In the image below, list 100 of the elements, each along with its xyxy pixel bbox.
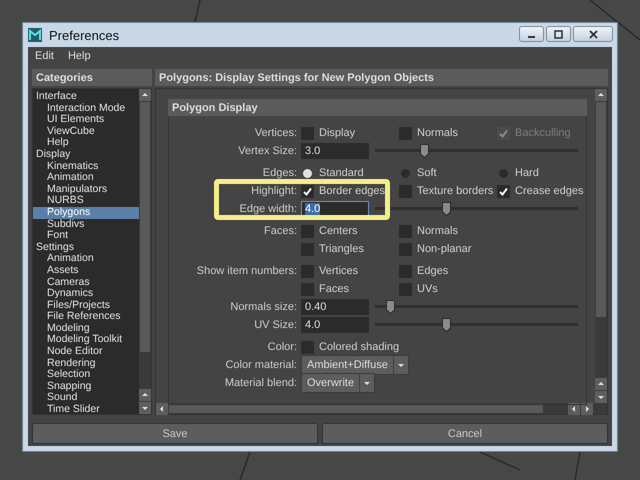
category-item[interactable]: Modeling bbox=[33, 322, 139, 334]
number-field[interactable]: 0.40 bbox=[301, 299, 369, 315]
category-item[interactable]: Manipulators bbox=[33, 184, 139, 196]
panel-header: Categories bbox=[32, 69, 152, 86]
category-item[interactable]: Rendering bbox=[33, 358, 139, 370]
category-item[interactable]: Assets bbox=[33, 264, 139, 276]
checkbox[interactable] bbox=[301, 242, 314, 256]
dropdown[interactable]: Overwrite bbox=[301, 373, 376, 393]
radio-button[interactable] bbox=[401, 168, 410, 178]
dialog-button[interactable]: Save bbox=[32, 423, 318, 444]
category-item[interactable]: Subdivs bbox=[33, 218, 139, 230]
field-label: Vertex Size: bbox=[238, 145, 297, 157]
checkbox[interactable] bbox=[301, 340, 314, 354]
checkbox-label: Normals bbox=[417, 225, 458, 237]
category-item[interactable]: Animation bbox=[33, 253, 139, 265]
category-item[interactable]: Settings bbox=[33, 242, 139, 254]
category-item[interactable]: Sound bbox=[33, 392, 139, 404]
slider-handle[interactable] bbox=[420, 144, 430, 158]
category-item[interactable]: Polygons bbox=[33, 206, 139, 219]
category-item[interactable]: Cameras bbox=[33, 276, 139, 288]
radio-label: Standard bbox=[319, 167, 364, 179]
category-item[interactable]: Font bbox=[33, 230, 139, 242]
checkbox[interactable] bbox=[399, 224, 412, 238]
checkbox-label: Faces bbox=[319, 283, 349, 295]
checkbox-label: Texture borders bbox=[417, 185, 494, 197]
field-label: Normals size: bbox=[230, 301, 297, 313]
checkbox[interactable] bbox=[399, 184, 412, 198]
maximize-button[interactable] bbox=[546, 26, 571, 42]
checkbox-label: Vertices bbox=[319, 265, 358, 277]
category-item[interactable]: Animation bbox=[33, 172, 139, 184]
scrollbar[interactable] bbox=[139, 89, 151, 414]
category-item[interactable]: File References bbox=[33, 311, 139, 323]
number-field[interactable]: 4.0 bbox=[301, 317, 369, 333]
category-item[interactable]: Interface bbox=[33, 91, 139, 103]
field-label: Edge width: bbox=[240, 203, 297, 215]
field-label: Color material: bbox=[225, 359, 297, 371]
close-button[interactable] bbox=[573, 26, 613, 42]
category-item[interactable]: UI Elements bbox=[33, 114, 139, 126]
field-label: Edges: bbox=[262, 167, 297, 179]
field-label: Material blend: bbox=[224, 377, 297, 389]
dialog-button[interactable]: Cancel bbox=[322, 423, 608, 444]
section-header: Polygon Display bbox=[168, 99, 587, 116]
field-label: Color: bbox=[268, 341, 297, 353]
radio-button[interactable] bbox=[303, 168, 312, 178]
slider-handle[interactable] bbox=[442, 202, 451, 216]
checkbox[interactable] bbox=[399, 126, 412, 140]
checkbox-label: Colored shading bbox=[319, 341, 400, 353]
number-field[interactable]: 3.0 bbox=[301, 143, 369, 159]
checkbox-label: Display bbox=[319, 127, 356, 139]
checkbox[interactable] bbox=[301, 224, 314, 238]
category-item[interactable]: Display bbox=[33, 148, 139, 161]
checkbox-label: Crease edges bbox=[515, 185, 584, 197]
category-item[interactable]: Kinematics bbox=[33, 160, 139, 172]
panel-header: Polygons: Display Settings for New Polygon Objects bbox=[155, 69, 608, 86]
category-item[interactable]: Help bbox=[33, 137, 139, 149]
category-item[interactable]: Time Slider bbox=[33, 404, 139, 414]
checkbox[interactable] bbox=[399, 264, 412, 278]
checkbox[interactable] bbox=[497, 184, 510, 198]
checkbox-label: Non-planar bbox=[417, 243, 472, 255]
menu-item[interactable]: Help bbox=[68, 50, 91, 62]
checkbox[interactable] bbox=[301, 282, 314, 296]
checkbox-label: Edges bbox=[417, 265, 448, 277]
checkbox[interactable] bbox=[301, 184, 314, 198]
category-item[interactable]: Dynamics bbox=[33, 288, 139, 300]
scrollbar[interactable] bbox=[156, 403, 607, 414]
category-item[interactable]: Modeling Toolkit bbox=[33, 334, 139, 346]
category-item[interactable]: Selection bbox=[33, 369, 139, 381]
checkbox-label: Centers bbox=[319, 225, 358, 237]
maximize-icon[interactable] bbox=[554, 30, 563, 38]
checkbox[interactable] bbox=[301, 264, 314, 278]
checkbox-label: Triangles bbox=[319, 243, 364, 255]
checkbox-label: Backculling bbox=[515, 127, 571, 139]
app-icon bbox=[27, 27, 43, 43]
radio-button[interactable] bbox=[499, 168, 508, 178]
checkbox[interactable] bbox=[399, 282, 412, 296]
field-label: Faces: bbox=[264, 225, 297, 237]
dropdown[interactable]: Ambient+Diffuse bbox=[301, 355, 409, 375]
window-title: Preferences bbox=[49, 28, 120, 42]
minimize-button[interactable] bbox=[519, 26, 544, 42]
category-item[interactable]: Interaction Mode bbox=[33, 102, 139, 114]
scrollbar[interactable] bbox=[595, 89, 607, 403]
checkbox[interactable] bbox=[399, 242, 412, 256]
checkbox-label: Border edges bbox=[319, 185, 386, 197]
checkbox[interactable] bbox=[301, 126, 314, 140]
menu-item[interactable]: Edit bbox=[35, 50, 54, 62]
category-item[interactable]: Files/Projects bbox=[33, 300, 139, 312]
category-item[interactable]: Node Editor bbox=[33, 346, 139, 358]
radio-label: Hard bbox=[515, 167, 539, 179]
category-item[interactable]: Snapping bbox=[33, 380, 139, 392]
category-item[interactable]: NURBS bbox=[33, 195, 139, 207]
field-label: UV Size: bbox=[254, 319, 297, 331]
field-label: Vertices: bbox=[254, 127, 297, 139]
checkbox-label: Normals bbox=[417, 127, 458, 139]
checkbox-label: UVs bbox=[417, 283, 438, 295]
field-label: Highlight: bbox=[251, 185, 297, 197]
radio-label: Soft bbox=[417, 167, 437, 179]
category-item[interactable]: ViewCube bbox=[33, 126, 139, 138]
slider-handle[interactable] bbox=[386, 300, 395, 314]
close-icon[interactable] bbox=[588, 30, 598, 38]
slider-handle[interactable] bbox=[442, 318, 451, 332]
